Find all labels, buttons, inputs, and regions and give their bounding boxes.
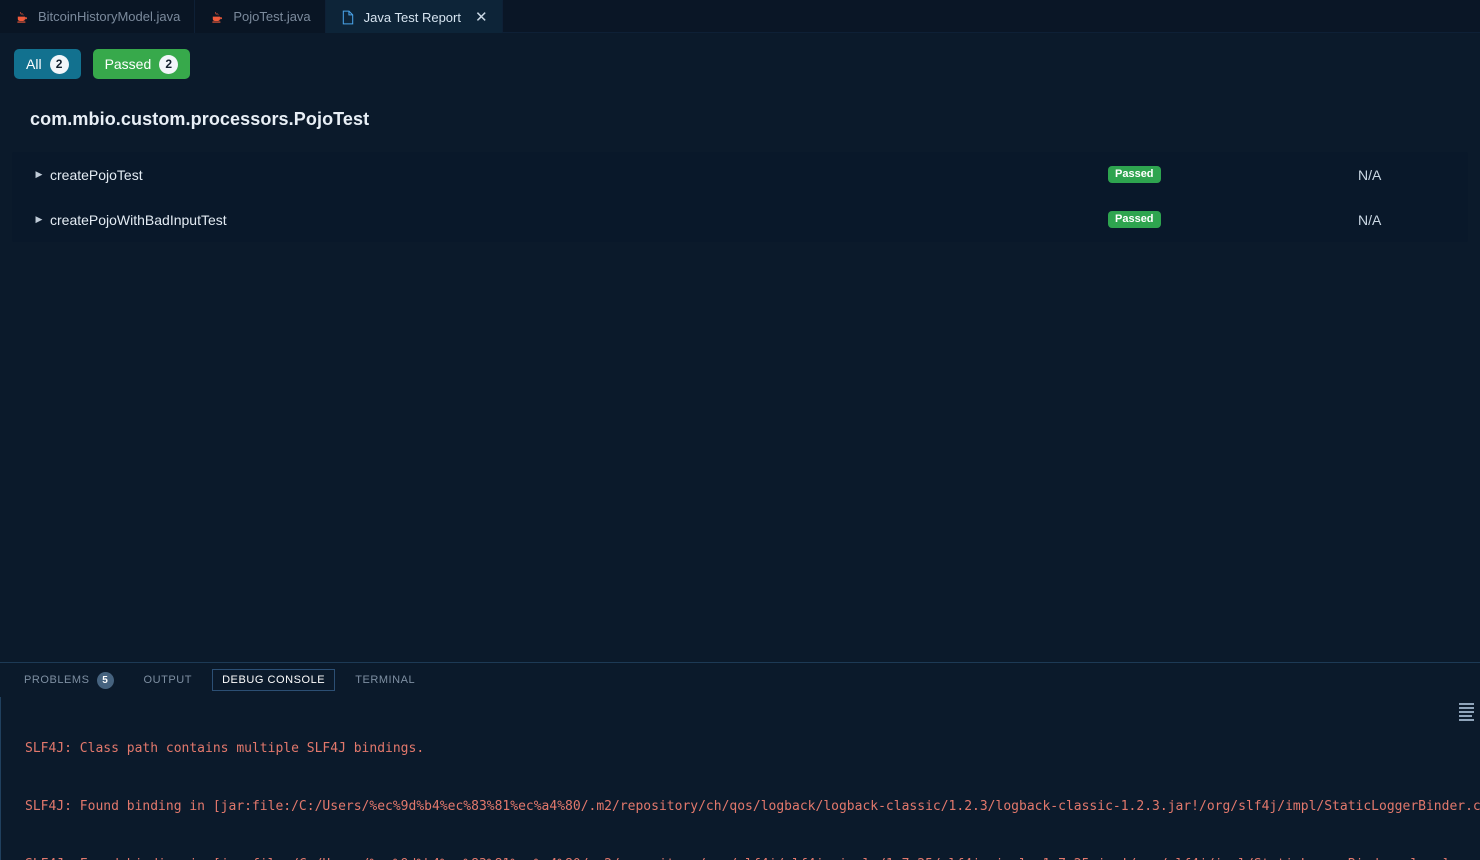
filter-chip-passed[interactable]: Passed 2 [92, 49, 191, 79]
status-badge: Passed [1108, 210, 1161, 229]
test-status-cell: Passed [1108, 210, 1358, 229]
test-status-cell: Passed [1108, 165, 1358, 184]
filter-chip-count: 2 [49, 54, 69, 74]
panel-tab-terminal[interactable]: TERMINAL [345, 669, 425, 691]
problems-count-badge: 5 [96, 671, 114, 689]
test-case-name: createPojoTest [50, 166, 143, 183]
panel-tab-label: OUTPUT [143, 674, 193, 686]
java-test-report-view: All 2 Passed 2 com.mbio.custom.processor… [0, 33, 1480, 662]
filter-chip-count: 2 [159, 54, 179, 74]
panel-tab-debug-console[interactable]: DEBUG CONSOLE [212, 669, 336, 691]
java-file-icon [209, 9, 225, 25]
panel-tab-bar: PROBLEMS 5 OUTPUT DEBUG CONSOLE TERMINAL [0, 663, 1480, 697]
editor-tab-label: BitcoinHistoryModel.java [38, 9, 181, 24]
editor-tab-java-test-report[interactable]: Java Test Report ✕ [325, 0, 503, 33]
panel-tab-label: PROBLEMS [24, 674, 90, 686]
test-filter-bar: All 2 Passed 2 [0, 33, 1480, 79]
console-line: SLF4J: Found binding in [jar:file:/C:/Us… [25, 855, 1480, 860]
document-file-icon [340, 9, 356, 25]
editor-tab-pojotest[interactable]: PojoTest.java [195, 0, 326, 33]
panel-tab-problems[interactable]: PROBLEMS 5 [14, 667, 124, 694]
panel-tab-label: DEBUG CONSOLE [222, 674, 326, 686]
minimap-slider-icon[interactable] [1459, 703, 1474, 721]
java-file-icon [14, 9, 30, 25]
test-suite-title: com.mbio.custom.processors.PojoTest [30, 109, 370, 129]
editor-tab-bar: BitcoinHistoryModel.java PojoTest.java J… [0, 0, 1480, 33]
test-case-name: createPojoWithBadInputTest [50, 211, 227, 228]
chevron-right-icon[interactable]: ▶ [32, 214, 46, 225]
filter-chip-label: Passed [104, 56, 152, 72]
table-row[interactable]: ▶ createPojoWithBadInputTest Passed N/A [12, 197, 1468, 242]
console-line: SLF4J: Found binding in [jar:file:/C:/Us… [25, 799, 1480, 814]
editor-tab-label: PojoTest.java [233, 9, 311, 24]
console-line: SLF4J: Class path contains multiple SLF4… [25, 741, 425, 757]
editor-tab-label: Java Test Report [363, 9, 461, 25]
test-result-list: ▶ createPojoTest Passed N/A ▶ createPojo… [12, 152, 1468, 242]
panel-tab-output[interactable]: OUTPUT [134, 669, 203, 691]
test-duration: N/A [1358, 166, 1382, 183]
panel-tab-label: TERMINAL [355, 674, 416, 686]
filter-chip-all[interactable]: All 2 [14, 49, 81, 79]
chevron-right-icon[interactable]: ▶ [32, 169, 46, 180]
bottom-panel: PROBLEMS 5 OUTPUT DEBUG CONSOLE TERMINAL… [0, 662, 1480, 860]
close-icon[interactable]: ✕ [475, 10, 488, 25]
debug-console-output[interactable]: SLF4J: Class path contains multiple SLF4… [0, 697, 1480, 860]
table-row[interactable]: ▶ createPojoTest Passed N/A [12, 152, 1468, 197]
filter-chip-label: All [26, 56, 42, 72]
test-duration: N/A [1358, 211, 1382, 228]
editor-tab-bitcoinhistorymodel[interactable]: BitcoinHistoryModel.java [0, 0, 196, 33]
status-badge: Passed [1108, 165, 1161, 184]
